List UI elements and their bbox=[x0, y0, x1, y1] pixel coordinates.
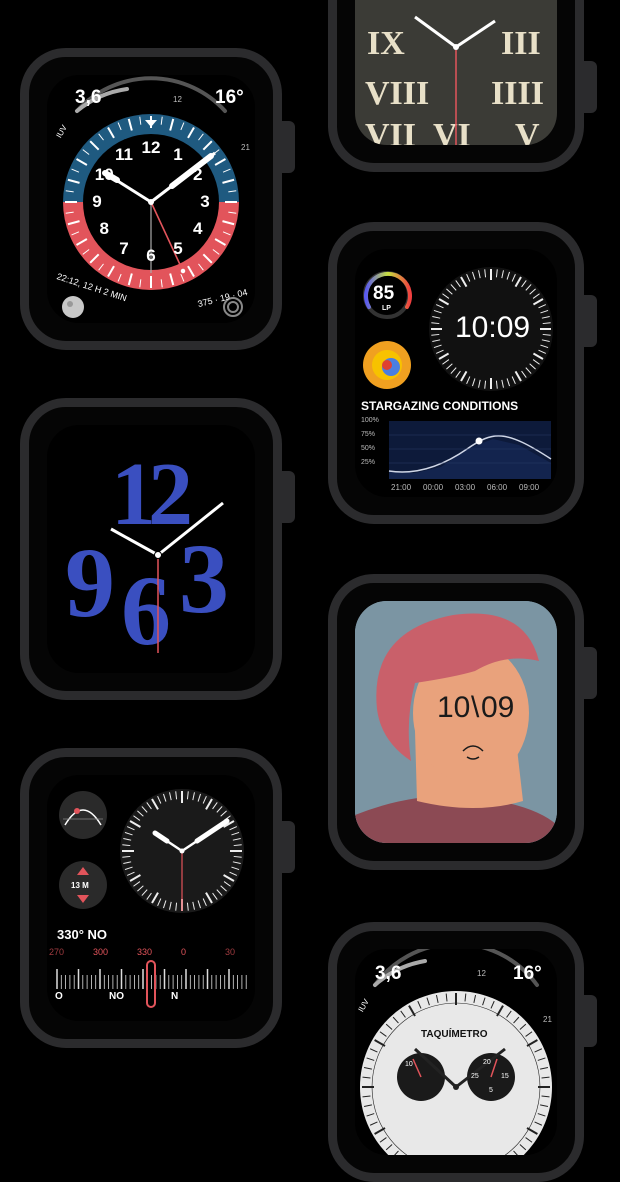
watch-gmt[interactable]: 3,6 IUV 16° 12 21 12 1 2 3 4 5 6 7 8 9 10 11 22:12,… bbox=[20, 48, 295, 350]
y-tick-label: 25% bbox=[361, 459, 376, 466]
chrono-face: 3,6 IUV 16° 12 21 TAQUÍMETRO 10 20 25 15… bbox=[355, 949, 557, 1155]
hour-numeral-12: 12 bbox=[141, 138, 161, 157]
compass-direction-label: O bbox=[55, 991, 63, 1002]
hour-numeral-8: 8 bbox=[99, 219, 109, 238]
digital-crown[interactable] bbox=[281, 821, 295, 873]
roman-hands bbox=[414, 15, 496, 145]
compass-degree-label: 300 bbox=[93, 947, 109, 957]
y-tick-label: 50% bbox=[361, 445, 376, 452]
digital-crown[interactable] bbox=[281, 471, 295, 523]
hour-numeral-6: 6 bbox=[146, 246, 156, 265]
compass-direction-label: NO bbox=[109, 991, 124, 1002]
watch-portrait[interactable]: 10 \ 09 bbox=[328, 574, 597, 870]
portrait-face: 10 \ 09 bbox=[355, 601, 557, 843]
watch-numerals[interactable]: 12 9 6 3 bbox=[20, 398, 295, 700]
watch-chrono[interactable]: 3,6 IUV 16° 12 21 TAQUÍMETRO 10 20 25 15… bbox=[328, 922, 597, 1182]
roman-face: IX III VIII IIII VII VI V bbox=[355, 0, 557, 145]
hour-numeral-1: 1 bbox=[173, 145, 183, 165]
digital-crown[interactable] bbox=[583, 295, 597, 347]
score-unit: LP bbox=[382, 305, 391, 312]
compass-degree-label: 30 bbox=[225, 947, 236, 957]
portrait-time-slash: \ bbox=[471, 691, 480, 724]
watch-roman[interactable]: IX III VIII IIII VII VI V bbox=[328, 0, 597, 172]
scale-right: 21 bbox=[241, 143, 250, 152]
hour-numeral-2: 2 bbox=[193, 165, 203, 184]
chrono-uv-value: 3,6 bbox=[375, 963, 402, 984]
watch-explorer[interactable]: 13 M 330° NO 270 300 330 0 30 O NO N bbox=[20, 748, 295, 1048]
chrono-scale-top: 12 bbox=[477, 969, 486, 978]
digital-crown[interactable] bbox=[583, 61, 597, 113]
compass-degree-label: 0 bbox=[181, 947, 187, 957]
hour-numeral-11: 11 bbox=[115, 145, 133, 165]
heading-value: 330° NO bbox=[57, 927, 108, 942]
chrono-scale-right: 21 bbox=[543, 1015, 552, 1024]
hour-numeral-4: 4 bbox=[193, 219, 203, 238]
temperature-value: 16° bbox=[215, 87, 244, 108]
compass-degree-label: 270 bbox=[49, 947, 65, 957]
uv-index-value: 3,6 bbox=[75, 87, 102, 108]
y-tick-label: 75% bbox=[361, 431, 376, 438]
compass-direction-label: N bbox=[171, 991, 179, 1002]
explorer-graphics bbox=[56, 789, 247, 1008]
chrono-temperature: 16° bbox=[513, 963, 542, 984]
portrait-time-hour: 10 bbox=[437, 691, 471, 724]
score-value: 85 bbox=[373, 283, 395, 304]
scale-top: 12 bbox=[173, 95, 182, 104]
chrono-dial-title: TAQUÍMETRO bbox=[421, 1029, 488, 1040]
x-tick-label: 03:00 bbox=[455, 483, 476, 492]
x-tick-label: 09:00 bbox=[519, 483, 540, 492]
x-tick-label: 06:00 bbox=[487, 483, 508, 492]
numerals-face: 12 9 6 3 bbox=[47, 425, 255, 673]
compass-degree-label: 330 bbox=[137, 947, 153, 957]
modular-face: 85 LP 10:09 STARGAZING CONDITIONS 100% 75… bbox=[355, 249, 557, 497]
hour-numeral-10: 10 bbox=[94, 165, 114, 184]
watch-modular[interactable]: 85 LP 10:09 STARGAZING CONDITIONS 100% 75… bbox=[328, 222, 597, 524]
subdial-num-1: 10 bbox=[405, 1061, 413, 1068]
subdial-num-2: 20 bbox=[483, 1059, 491, 1066]
digital-crown[interactable] bbox=[583, 995, 597, 1047]
hour-numeral-9: 9 bbox=[92, 192, 102, 211]
numerals-hands bbox=[109, 500, 226, 653]
hour-numeral-3: 3 bbox=[200, 192, 210, 211]
explorer-face: 13 M 330° NO 270 300 330 0 30 O NO N bbox=[47, 775, 255, 1021]
y-tick-label: 100% bbox=[361, 417, 379, 424]
hour-numeral-5: 5 bbox=[173, 238, 183, 258]
digital-crown[interactable] bbox=[281, 121, 295, 173]
subdial-num-3: 25 bbox=[471, 1073, 479, 1080]
x-tick-label: 00:00 bbox=[423, 483, 444, 492]
subdial-num-5: 5 bbox=[489, 1087, 493, 1094]
hour-numeral-7: 7 bbox=[119, 238, 129, 258]
portrait-time-min: 09 bbox=[481, 691, 515, 724]
stargazing-title: STARGAZING CONDITIONS bbox=[361, 399, 519, 413]
gmt-face: 3,6 IUV 16° 12 21 12 1 2 3 4 5 6 7 8 9 10 11 22:12,… bbox=[47, 75, 255, 323]
altitude-value: 13 M bbox=[71, 881, 89, 890]
digital-crown[interactable] bbox=[583, 647, 597, 699]
subdial-num-4: 15 bbox=[501, 1073, 509, 1080]
heading-degrees: 330° NO bbox=[57, 927, 107, 942]
x-tick-label: 21:00 bbox=[391, 483, 412, 492]
digital-time: 10:09 bbox=[455, 311, 531, 344]
